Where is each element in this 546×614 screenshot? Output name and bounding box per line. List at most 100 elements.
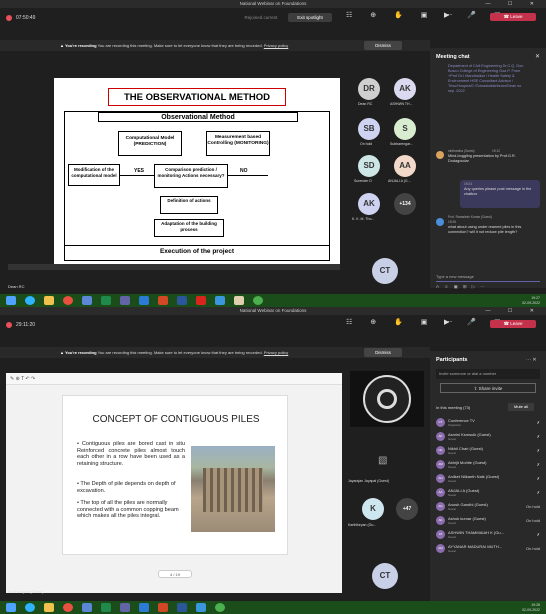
chrome-icon[interactable] bbox=[63, 296, 73, 305]
close-icon[interactable]: ✕ bbox=[535, 53, 540, 60]
avatar: AN bbox=[436, 474, 445, 483]
window-controls[interactable]: — ☐ ✕ bbox=[486, 307, 542, 315]
chrome2-icon[interactable] bbox=[215, 603, 225, 612]
excel-icon[interactable] bbox=[101, 296, 111, 305]
meeting-timer: 29:11:20 bbox=[16, 322, 36, 328]
app-icon[interactable] bbox=[82, 296, 92, 305]
tile-name-aa: ANJALI A (G... bbox=[388, 179, 411, 183]
folder-icon[interactable] bbox=[44, 296, 54, 305]
bottom-screenshot: National Webinar on Foundations — ☐ ✕ 29… bbox=[0, 307, 546, 614]
participant-row[interactable]: AM AYYANAR MADURAI MUTH... Guest On hold bbox=[436, 543, 540, 556]
word-icon[interactable] bbox=[177, 603, 187, 612]
slide-title: CONCEPT OF CONTIGUOUS PILES bbox=[92, 414, 260, 425]
tile-name-sb: On hold bbox=[360, 142, 373, 146]
participant-role: Guest bbox=[448, 507, 457, 511]
exit-spotlight-button[interactable]: Exit spotlight bbox=[288, 13, 332, 22]
excel-icon[interactable] bbox=[101, 603, 111, 612]
avatar-k[interactable]: K bbox=[362, 498, 384, 520]
privacy-link[interactable]: Privacy policy bbox=[264, 350, 288, 355]
powerpoint-icon[interactable] bbox=[158, 296, 168, 305]
in-meeting-label[interactable]: In this meeting (73) bbox=[436, 405, 470, 410]
chrome2-icon[interactable] bbox=[253, 296, 263, 305]
avatar-ak[interactable]: AK bbox=[394, 78, 416, 100]
slide-title: THE OBSERVATIONAL METHOD bbox=[108, 88, 286, 106]
participant-row[interactable]: AA ANJALI A (Guest) Guest ✗ bbox=[436, 487, 540, 500]
share-invite-button[interactable]: ⇪ Share invite bbox=[440, 383, 536, 393]
participant-row[interactable]: AM Abhijit Mohite (Guest) Guest ✗ bbox=[436, 459, 540, 472]
start-icon[interactable] bbox=[6, 603, 16, 612]
rejoin-button[interactable]: Rejoined current bbox=[236, 13, 286, 22]
participant-row[interactable]: AT ASHWIN THAMMAIAH K (Gu... Guest ✗ bbox=[436, 529, 540, 542]
tile-name-sd: Surender D bbox=[354, 179, 372, 183]
participant-row[interactable]: CT Conference TV Organizer ✗ bbox=[436, 417, 540, 430]
window-title: National Webinar on Foundations bbox=[239, 308, 307, 313]
app-icon[interactable] bbox=[82, 603, 92, 612]
presenter-name: Karthikeyan (Guest) bbox=[8, 589, 44, 594]
privacy-link[interactable]: Privacy policy bbox=[264, 43, 288, 48]
avatar-ak2[interactable]: AK bbox=[358, 193, 380, 215]
overflow-count[interactable]: +47 bbox=[396, 498, 418, 520]
powerpoint-icon[interactable] bbox=[158, 603, 168, 612]
presenter-tile[interactable] bbox=[350, 371, 424, 427]
chat-message-3: Any queries please post message in the c… bbox=[464, 187, 532, 196]
avatar-dr[interactable]: DR bbox=[358, 78, 380, 100]
slide-bottom-toolbar[interactable] bbox=[8, 264, 340, 270]
slide-bullet-3: • The top of all the piles are normally … bbox=[77, 500, 179, 519]
chrome-icon[interactable] bbox=[63, 603, 73, 612]
banner-title: You're recording bbox=[65, 43, 97, 48]
mic-off-icon: ✗ bbox=[536, 434, 540, 439]
avatar: AM bbox=[436, 544, 445, 553]
on-hold-status: On hold bbox=[525, 504, 540, 509]
taskbar-apps[interactable] bbox=[6, 296, 272, 305]
outlook-icon[interactable] bbox=[139, 603, 149, 612]
participant-row[interactable]: AK Ashok kumar (Guest) Guest On hold bbox=[436, 515, 540, 528]
avatar-sb[interactable]: SB bbox=[358, 118, 380, 140]
flow-arrow-line-2 bbox=[228, 175, 268, 176]
mic-off-icon: ✗ bbox=[536, 532, 540, 537]
taskbar-apps[interactable] bbox=[6, 603, 234, 612]
avatar-s[interactable]: S bbox=[394, 118, 416, 140]
word-icon[interactable] bbox=[177, 296, 187, 305]
participant-row[interactable]: NC Nikhil Chari (Guest) Guest ✗ bbox=[436, 445, 540, 458]
participant-role: Guest bbox=[448, 451, 457, 455]
pile-photo-posts bbox=[203, 468, 263, 512]
taskbar-clock[interactable]: 19:28 02-09-2022 bbox=[522, 603, 540, 612]
participant-row[interactable]: AN Anilket Nilkanth Naik (Guest) Guest ✗ bbox=[436, 473, 540, 486]
photos-icon[interactable] bbox=[215, 296, 225, 305]
teams-icon[interactable] bbox=[120, 296, 130, 305]
window-controls[interactable]: — ☐ ✕ bbox=[486, 0, 542, 8]
page-indicator[interactable]: 4 / 19 bbox=[158, 570, 192, 578]
mute-all-button[interactable]: Mute all bbox=[508, 403, 534, 411]
taskbar-clock[interactable]: 19:27 02-09-2022 bbox=[522, 296, 540, 305]
paint-icon[interactable] bbox=[234, 296, 244, 305]
teams-icon[interactable] bbox=[120, 603, 130, 612]
viewer-toolbar[interactable]: ✎ ⊕ T ↶ ↷ bbox=[6, 373, 342, 385]
leave-button[interactable]: ☎ Leave bbox=[490, 320, 536, 328]
dismiss-button[interactable]: Dismiss bbox=[364, 348, 402, 357]
participant-name: ASHWIN THAMMAIAH K (Gu... bbox=[448, 530, 504, 535]
leave-button[interactable]: ☎ Leave bbox=[490, 13, 536, 21]
folder-icon[interactable] bbox=[44, 603, 54, 612]
invite-input[interactable]: Invite someone or dial a number bbox=[436, 369, 540, 379]
photos-icon[interactable] bbox=[196, 603, 206, 612]
edge-icon[interactable] bbox=[25, 296, 35, 305]
panel-controls[interactable]: ⋯ ✕ bbox=[526, 357, 537, 363]
participant-row[interactable]: AK Asmini Ksmsulk (Guest) Guest ✗ bbox=[436, 431, 540, 444]
chat-toolbar-icons[interactable]: A☺▣⊞▷⋯ bbox=[436, 284, 490, 290]
computational-box: Computational Model (PREDICTION) bbox=[118, 131, 182, 156]
definition-box: Definition of actions bbox=[160, 196, 218, 214]
edge-icon[interactable] bbox=[25, 603, 35, 612]
chat-input[interactable]: Type a new message bbox=[436, 272, 540, 282]
avatar-icon-2 bbox=[436, 218, 444, 226]
start-icon[interactable] bbox=[6, 296, 16, 305]
avatar-aa[interactable]: AA bbox=[394, 155, 416, 177]
participant-row[interactable]: AG Anush Gandhi (Guest) Guest On hold bbox=[436, 501, 540, 514]
participant-role: Organizer bbox=[448, 423, 462, 427]
avatar: NC bbox=[436, 446, 445, 455]
overflow-count[interactable]: +134 bbox=[394, 193, 416, 215]
acrobat-icon[interactable] bbox=[196, 296, 206, 305]
outlook-icon[interactable] bbox=[139, 296, 149, 305]
avatar-sd[interactable]: SD bbox=[358, 155, 380, 177]
dismiss-button[interactable]: Dismiss bbox=[364, 41, 402, 50]
chat-message-4: what about using under reamed piles in t… bbox=[448, 225, 522, 234]
